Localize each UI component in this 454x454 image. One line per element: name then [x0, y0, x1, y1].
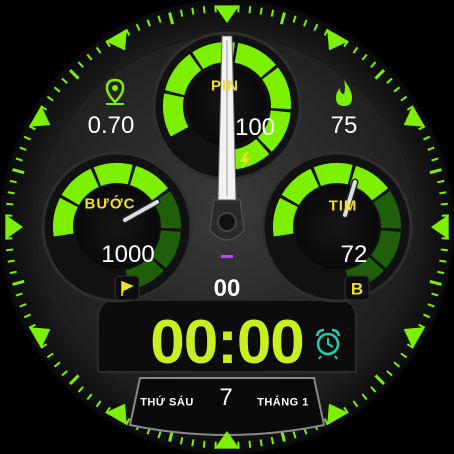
bezel-tick	[6, 248, 14, 252]
steps-label: BƯỚC	[84, 195, 136, 213]
bezel-tick	[9, 270, 17, 275]
battery-value: 100	[234, 114, 276, 141]
bezel-tick	[440, 202, 448, 206]
bezel-tick	[259, 7, 263, 15]
bezel-tick	[6, 202, 14, 206]
calories-value: 75	[330, 112, 358, 139]
bezel-tick	[439, 191, 447, 195]
bezel-tick	[259, 439, 263, 447]
bezel-tick	[440, 248, 448, 252]
bezel-tick	[437, 270, 445, 275]
bezel-tick	[202, 440, 206, 448]
battery-marker	[221, 255, 233, 258]
bezel-tick	[7, 191, 15, 195]
bezel-tick	[191, 7, 195, 15]
bezel-tick	[179, 437, 184, 445]
seconds-display: 00	[213, 275, 241, 302]
bezel-tick	[191, 439, 195, 447]
bezel-tick	[7, 259, 15, 263]
heart-value: 72	[340, 241, 368, 268]
bezel-tick	[202, 6, 206, 14]
time-display: 00:00	[150, 308, 305, 377]
month-label: THÁNG 1	[257, 396, 309, 409]
bezel-tick	[439, 259, 447, 263]
bezel-tick	[437, 179, 445, 184]
battery-label: PIN	[210, 77, 240, 95]
bezel-tick	[270, 9, 275, 17]
bezel-tick	[248, 440, 252, 448]
distance-value: 0.70	[87, 112, 135, 139]
bezel-tick	[179, 9, 184, 17]
bezel-tick	[248, 6, 252, 14]
heart-badge-letter: B	[350, 279, 364, 299]
bezel-tick	[9, 179, 17, 184]
steps-value: 1000	[101, 241, 155, 268]
day-number: 7	[219, 384, 233, 411]
bezel-tick	[270, 437, 275, 445]
heart-label: TIM	[328, 197, 358, 215]
weekday-label: THỨ SÁU	[140, 396, 194, 409]
